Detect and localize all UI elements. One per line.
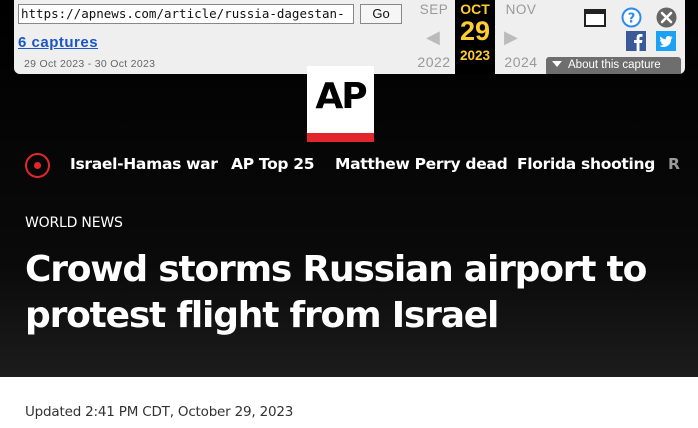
section-kicker[interactable]: WORLD NEWS (25, 215, 123, 231)
calendar-current-capture: OCT 29 2023 (455, 0, 495, 74)
calendar-next-month[interactable]: NOV ▶ 2024 (498, 0, 544, 74)
next-arrow-icon[interactable]: ▶ (504, 27, 518, 48)
nav-item-truncated[interactable]: R (668, 155, 680, 173)
calendar-prev-month[interactable]: SEP ◀ 2022 (411, 0, 457, 74)
current-month-label: OCT (460, 1, 490, 17)
ap-logo-text: AP (315, 76, 367, 117)
current-year-label: 2023 (459, 48, 491, 63)
ap-logo[interactable]: AP (307, 66, 374, 142)
nav-item-ap-top-25[interactable]: AP Top 25 (231, 155, 315, 173)
wayback-toolbar: https://apnews.com/article/russia-dagest… (14, 0, 685, 74)
prev-arrow-icon[interactable]: ◀ (426, 27, 440, 48)
trending-icon (25, 153, 50, 178)
svg-text:?: ? (628, 12, 636, 27)
captures-link[interactable]: 6 captures (18, 34, 98, 51)
twitter-icon[interactable] (656, 31, 676, 51)
go-button[interactable]: Go (360, 4, 402, 24)
ap-logo-red-bar (307, 133, 374, 142)
article-headline: Crowd storms Russian airport to protest … (25, 249, 647, 336)
nav-item-israel-hamas-war[interactable]: Israel-Hamas war (70, 155, 218, 173)
about-capture-button[interactable]: About this capture (546, 57, 681, 74)
facebook-icon[interactable] (626, 31, 646, 51)
help-icon[interactable]: ? (621, 7, 642, 28)
current-day-label: 29 (459, 16, 491, 46)
next-month-label: NOV (505, 2, 537, 17)
prev-year-label: 2022 (417, 54, 451, 70)
chevron-down-icon (552, 61, 562, 68)
about-capture-label: About this capture (568, 59, 661, 71)
capture-date-range: 29 Oct 2023 - 30 Oct 2023 (24, 58, 156, 70)
nav-item-florida-shooting[interactable]: Florida shooting (517, 155, 655, 173)
wayback-url-input[interactable]: https://apnews.com/article/russia-dagest… (18, 4, 354, 24)
article-updated-timestamp: Updated 2:41 PM CDT, October 29, 2023 (25, 404, 294, 420)
next-year-label: 2024 (504, 54, 538, 70)
window-icon[interactable] (584, 9, 606, 27)
nav-item-matthew-perry-dead[interactable]: Matthew Perry dead (335, 155, 508, 173)
close-icon[interactable] (656, 7, 677, 28)
prev-month-label: SEP (419, 2, 449, 17)
